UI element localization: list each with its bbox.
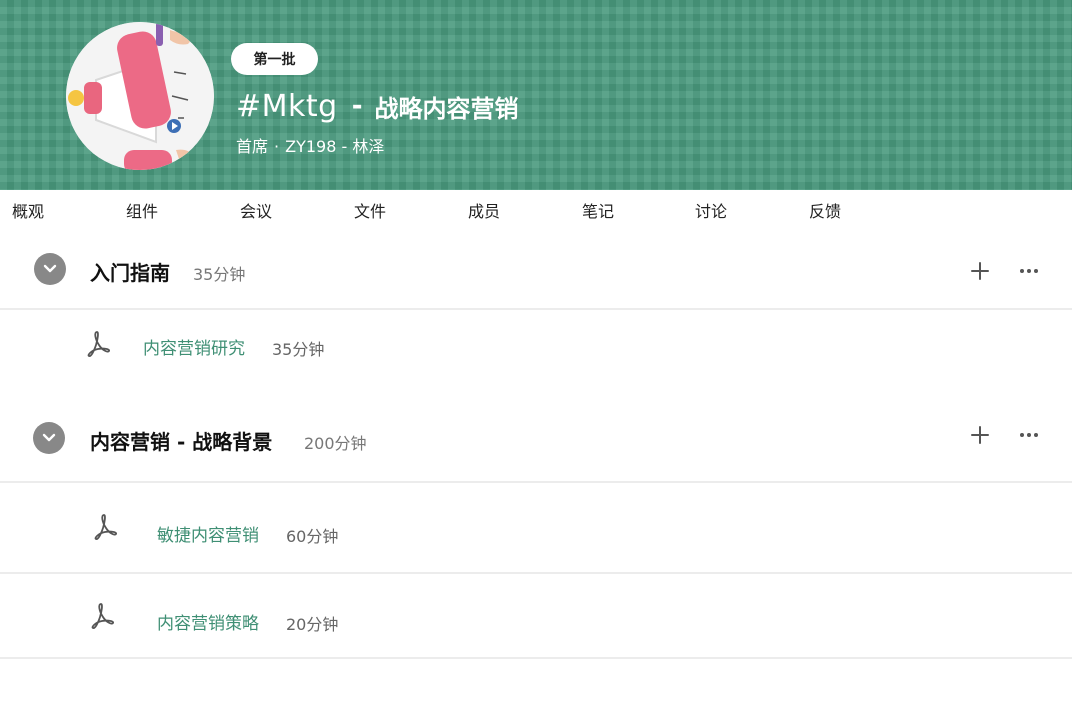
tab-meetings[interactable]: 会议 — [240, 198, 272, 222]
tab-files[interactable]: 文件 — [354, 198, 386, 222]
plus-icon — [971, 262, 989, 280]
tab-members[interactable]: 成员 — [468, 198, 500, 222]
section-duration: 35分钟 — [193, 265, 246, 284]
section-header: 内容营销 - 战略背景 200分钟 — [0, 408, 1072, 468]
list-item[interactable]: 内容营销策略 20分钟 — [0, 575, 1072, 657]
section-header: 入门指南 35分钟 — [0, 240, 1072, 300]
item-divider — [0, 572, 1072, 574]
batch-badge: 第一批 — [231, 43, 318, 75]
item-title[interactable]: 敏捷内容营销 — [157, 521, 259, 546]
course-banner: 第一批 #Mktg - 战略内容营销 首席 · ZY198 - 林泽 — [0, 0, 1072, 190]
megaphone-icon — [66, 22, 214, 170]
tab-components[interactable]: 组件 — [126, 198, 158, 222]
section-title: 内容营销 - 战略背景 — [90, 430, 273, 454]
section-collapse-toggle[interactable] — [33, 422, 65, 454]
item-duration: 60分钟 — [286, 527, 339, 546]
batch-badge-label: 第一批 — [253, 52, 296, 68]
course-avatar — [66, 22, 214, 170]
meta-dot: · — [274, 137, 280, 156]
item-title[interactable]: 内容营销研究 — [143, 334, 245, 359]
add-item-button[interactable] — [968, 423, 992, 447]
list-item[interactable]: 内容营销研究 35分钟 — [0, 312, 1072, 378]
instructor-name: ZY198 - 林泽 — [285, 137, 385, 156]
section-title: 入门指南 — [90, 261, 170, 285]
add-item-button[interactable] — [968, 259, 992, 283]
course-nav: 概观 组件 会议 文件 成员 笔记 讨论 反馈 — [0, 190, 1072, 226]
title-separator: - — [351, 91, 363, 121]
item-duration: 35分钟 — [272, 340, 325, 359]
tab-overview[interactable]: 概观 — [12, 198, 44, 222]
plus-icon — [971, 426, 989, 444]
more-options-button[interactable] — [1017, 259, 1041, 283]
section-duration: 200分钟 — [304, 434, 367, 453]
course-title: #Mktg - 战略内容营销 — [236, 84, 519, 128]
pdf-icon — [94, 514, 117, 540]
tab-feedback[interactable]: 反馈 — [809, 198, 841, 222]
more-options-button[interactable] — [1017, 423, 1041, 447]
more-icon — [1020, 269, 1038, 273]
item-duration: 20分钟 — [286, 615, 339, 634]
instructor-role: 首席 — [236, 137, 269, 156]
item-divider — [0, 657, 1072, 659]
more-icon — [1020, 433, 1038, 437]
section-collapse-toggle[interactable] — [34, 253, 66, 285]
chevron-down-icon — [42, 433, 56, 442]
list-item[interactable]: 敏捷内容营销 60分钟 — [0, 485, 1072, 571]
tab-notes[interactable]: 笔记 — [582, 198, 614, 222]
section-divider — [0, 308, 1072, 310]
pdf-icon — [91, 603, 114, 629]
tab-discussion[interactable]: 讨论 — [695, 198, 727, 222]
chevron-down-icon — [43, 264, 57, 273]
course-code: #Mktg — [236, 88, 338, 124]
section-divider — [0, 481, 1072, 483]
item-title[interactable]: 内容营销策略 — [157, 609, 259, 634]
pdf-icon — [87, 331, 110, 357]
course-meta: 首席 · ZY198 - 林泽 — [236, 133, 384, 157]
course-name: 战略内容营销 — [374, 94, 519, 123]
